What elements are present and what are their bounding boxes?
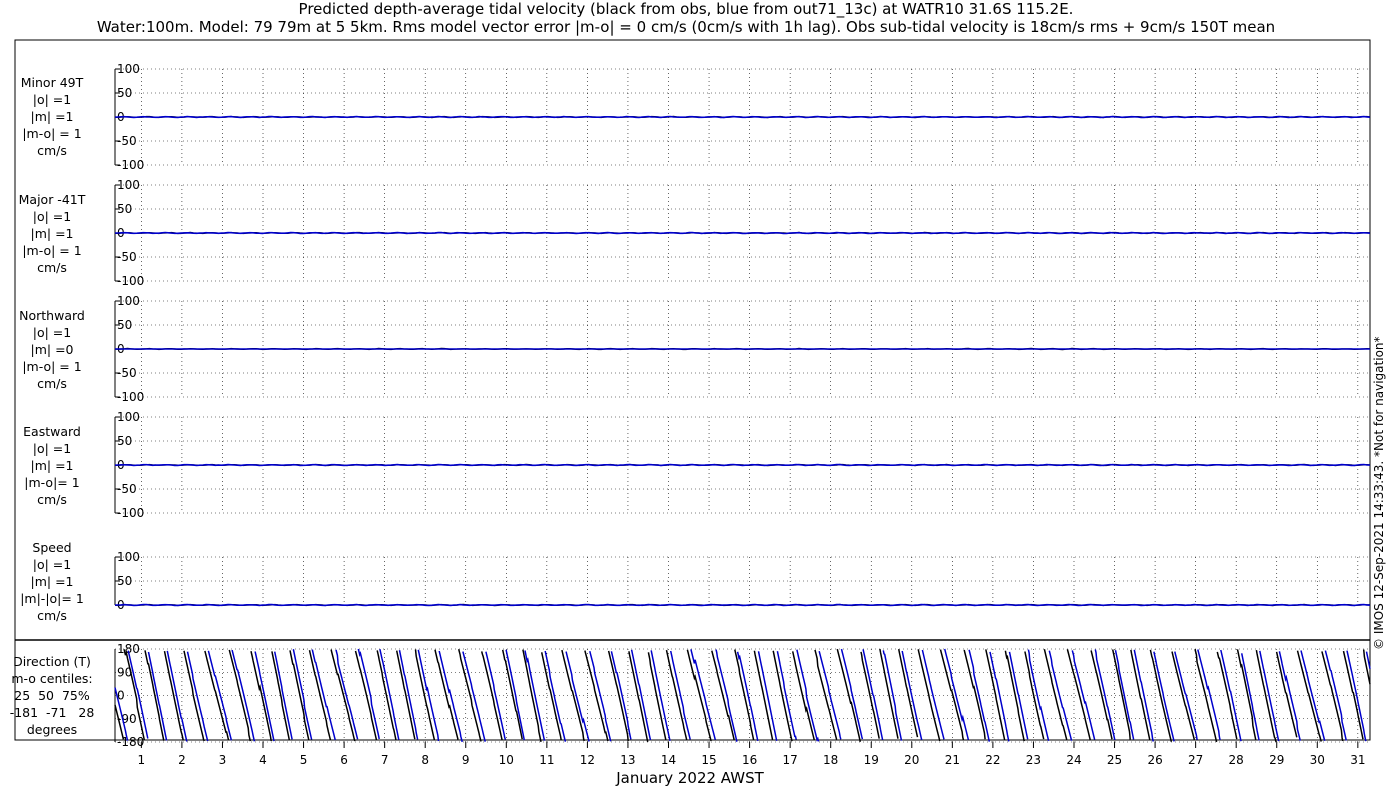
x-tick-label: 28: [1229, 753, 1244, 767]
direction-ytick-label: -180: [117, 735, 144, 749]
panel-1-ytick-label: 100: [117, 178, 140, 192]
x-tick-label: 1: [138, 753, 146, 767]
x-tick-label: 14: [661, 753, 676, 767]
panel-3-ytick-label: -100: [117, 506, 144, 520]
x-tick-label: 11: [539, 753, 554, 767]
panel-3-ytick-label: -50: [117, 482, 137, 496]
x-axis-label: January 2022 AWST: [616, 769, 764, 787]
x-tick-label: 31: [1350, 753, 1365, 767]
panel-0-ytick-label: 100: [117, 62, 140, 76]
x-tick-label: 2: [178, 753, 186, 767]
x-tick-label: 9: [462, 753, 470, 767]
x-tick-label: 13: [620, 753, 635, 767]
x-tick-label: 8: [421, 753, 429, 767]
panel-2-ytick-label: -50: [117, 366, 137, 380]
panel-2-ytick-label: 50: [117, 318, 132, 332]
x-tick-label: 24: [1066, 753, 1081, 767]
panel-3-series-model: [114, 463, 1371, 467]
panel-4-ytick-label: 50: [117, 574, 132, 588]
x-tick-label: 10: [499, 753, 514, 767]
panel-1-ytick-label: -100: [117, 274, 144, 288]
panel-3-ytick-label: 100: [117, 410, 140, 424]
x-tick-label: 19: [864, 753, 879, 767]
panel-1-series-model: [114, 231, 1371, 235]
x-tick-label: 5: [300, 753, 308, 767]
x-tick-label: 12: [580, 753, 595, 767]
x-tick-label: 22: [985, 753, 1000, 767]
panel-0-ytick-label: -50: [117, 134, 137, 148]
x-tick-label: 26: [1147, 753, 1162, 767]
x-tick-label: 29: [1269, 753, 1284, 767]
panel-2-ytick-label: -100: [117, 390, 144, 404]
x-tick-label: 7: [381, 753, 389, 767]
panel-4-ytick-label: 100: [117, 550, 140, 564]
direction-series-model: [114, 648, 1371, 743]
x-tick-label: 17: [783, 753, 798, 767]
plot-frame: [14, 39, 1371, 741]
panel-0-ytick-label: 50: [117, 86, 132, 100]
panel-1-ytick-label: 50: [117, 202, 132, 216]
panel-0-ytick-label: -100: [117, 158, 144, 172]
credit-text: © IMOS 12-Sep-2021 14:33:43. *Not for na…: [1372, 336, 1386, 650]
x-tick-label: 21: [945, 753, 960, 767]
panel-2-ytick-label: 100: [117, 294, 140, 308]
panel-4-series-model: [114, 603, 1371, 607]
panel-0-series-model: [114, 115, 1371, 119]
x-tick-label: 16: [742, 753, 757, 767]
x-tick-label: 15: [701, 753, 716, 767]
panel-3-ytick-label: 50: [117, 434, 132, 448]
x-tick-label: 27: [1188, 753, 1203, 767]
x-tick-label: 6: [340, 753, 348, 767]
x-tick-label: 23: [1026, 753, 1041, 767]
x-tick-label: 30: [1310, 753, 1325, 767]
x-tick-label: 4: [259, 753, 267, 767]
x-tick-label: 18: [823, 753, 838, 767]
x-tick-label: 3: [219, 753, 227, 767]
panel-1-ytick-label: -50: [117, 250, 137, 264]
x-tick-label: 25: [1107, 753, 1122, 767]
tidal-velocity-chart: 100500-50-100100500-50-100100500-50-1001…: [14, 39, 1371, 767]
x-tick-label: 20: [904, 753, 919, 767]
